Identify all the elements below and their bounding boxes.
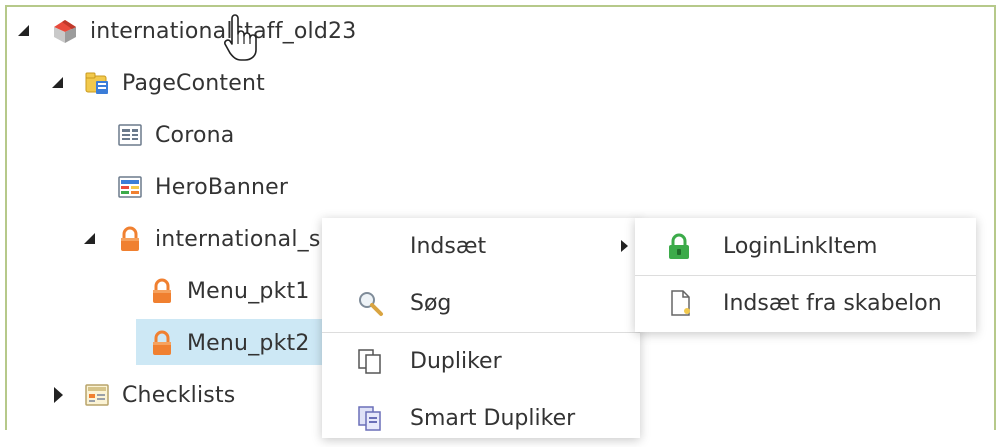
folder-icon [84,70,110,96]
menu-item-search[interactable]: Søg [322,275,640,332]
menu-item-label: Søg [410,291,452,316]
lock-icon [149,278,175,304]
tree-node-corona[interactable]: Corona [117,115,234,155]
tree-node-label: Corona [155,122,235,148]
tree-node-label: Menu_pkt1 [187,278,310,304]
tree-node-menu-pkt2[interactable]: Menu_pkt2 [149,323,310,363]
context-menu: Indsæt Søg Dupliker Smart Dupliker [322,218,640,438]
tree-node-label: HeroBanner [155,174,289,200]
search-icon [356,289,384,317]
submenu-item-loginlinkitem[interactable]: LoginLinkItem [635,218,976,275]
menu-item-insert[interactable]: Indsæt [322,218,640,275]
tree-node-label: Checklists [122,382,236,408]
smart-duplicate-icon [356,404,384,432]
tree-node-label: PageContent [122,70,265,96]
hand-cursor-icon [222,14,258,62]
menu-item-label: Smart Dupliker [410,406,576,431]
lock-icon [149,330,175,356]
site-icon [52,18,78,44]
menu-item-label: LoginLinkItem [723,234,878,259]
tree-node-herobanner[interactable]: HeroBanner [117,167,288,207]
menu-item-smart-duplicate[interactable]: Smart Dupliker [322,390,640,447]
submenu-arrow-icon [621,240,628,252]
tree-node-checklists[interactable]: Checklists [84,375,235,415]
green-lock-icon [665,232,693,260]
expand-toggle-international[interactable] [84,233,95,244]
tree-node-international[interactable]: international_s [117,219,321,259]
menu-item-label: Dupliker [410,349,502,374]
menu-item-label: Indsæt [410,234,487,259]
tree-node-menu-pkt1[interactable]: Menu_pkt1 [149,271,310,311]
expand-toggle-checklists[interactable] [54,387,63,403]
submenu-item-insert-from-template[interactable]: Indsæt fra skabelon [635,275,976,332]
expand-toggle-pagecontent[interactable] [52,77,63,88]
template-icon [667,289,695,317]
menu-item-duplicate[interactable]: Dupliker [322,333,640,390]
lock-icon [117,226,143,252]
banner-icon [117,174,143,200]
insert-submenu: LoginLinkItem Indsæt fra skabelon [635,218,976,332]
menu-item-label: Indsæt fra skabelon [723,291,942,316]
tree-node-pagecontent[interactable]: PageContent [84,63,265,103]
list-icon [84,382,110,408]
tree-node-label: international_s [155,226,321,252]
document-icon [117,122,143,148]
expand-toggle-root[interactable] [18,25,29,36]
duplicate-icon [356,347,384,375]
tree-node-label: Menu_pkt2 [187,330,310,356]
tree-node-root[interactable]: internationalstaff_old23 [52,11,356,51]
